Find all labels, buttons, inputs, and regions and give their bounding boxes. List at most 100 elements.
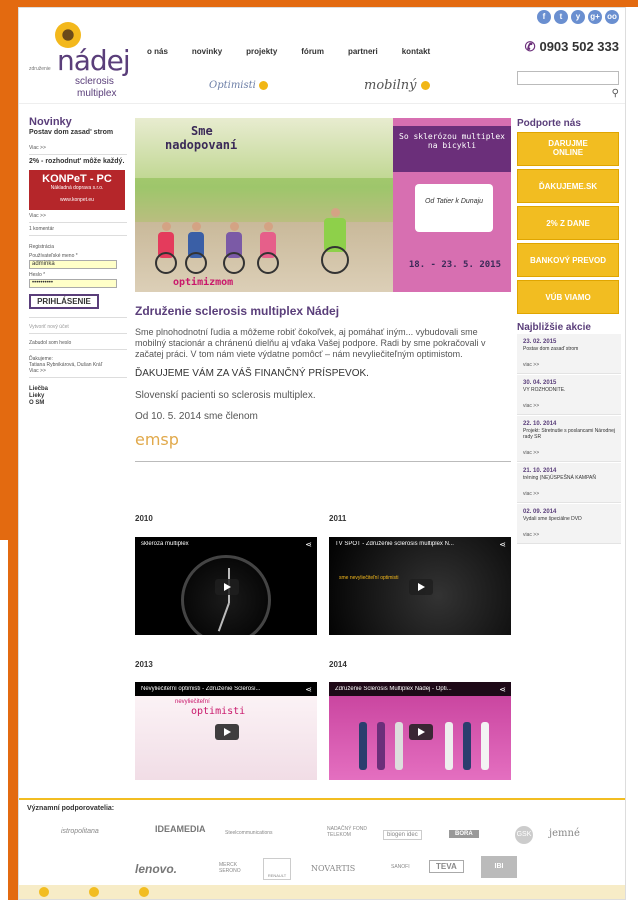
nav-item-novinky[interactable]: novinky: [192, 47, 222, 56]
konpet-ad-banner[interactable]: KONPeT - PC Nákladná doprava s.r.o. www.…: [29, 170, 125, 210]
forgot-password-link[interactable]: Zabudol som heslo: [29, 340, 127, 346]
nav-item-kontakt[interactable]: kontakt: [402, 47, 430, 56]
sponsor-logo[interactable]: GSK: [515, 826, 533, 844]
phone-icon: ✆: [524, 39, 536, 54]
more-link[interactable]: Viac >>: [29, 213, 127, 219]
search-input[interactable]: [517, 71, 619, 85]
vub-viamo-button[interactable]: VÚB VIAMO: [517, 280, 619, 314]
video-player[interactable]: nevyliečiteľní optimisti Nevyliečiteľní …: [135, 682, 317, 780]
video-player[interactable]: sme nevyliečiteľní optimisti TV SPOT - Z…: [329, 537, 511, 635]
video-player[interactable]: Združenie Sclerosis Multiplex Nádej - Op…: [329, 682, 511, 780]
sponsor-logo[interactable]: lenovo.: [135, 862, 177, 876]
person-image: [445, 722, 453, 770]
dakujeme-button[interactable]: ĎAKUJEME.SK: [517, 169, 619, 203]
bank-transfer-button[interactable]: BANKOVÝ PREVOD: [517, 243, 619, 277]
konpet-subtitle: Nákladná doprava s.r.o.: [50, 185, 104, 191]
share-icon[interactable]: ⋖: [499, 540, 506, 549]
sponsor-logo[interactable]: RENAULT: [263, 858, 291, 880]
flickr-icon[interactable]: oo: [605, 10, 619, 24]
new-account-link[interactable]: Vytvoriť nový účet: [29, 324, 127, 330]
play-icon[interactable]: [215, 579, 239, 595]
youtube-icon[interactable]: y: [571, 10, 585, 24]
link-o-sm[interactable]: O SM: [29, 400, 127, 407]
password-field[interactable]: ••••••••••: [29, 279, 117, 288]
username-field[interactable]: adminka: [29, 260, 117, 269]
share-icon[interactable]: ⋖: [305, 685, 312, 694]
sponsor-logo[interactable]: Steelcommunications: [225, 830, 273, 836]
two-percent-button[interactable]: 2% Z DANE: [517, 206, 619, 240]
emsp-logo[interactable]: emsp: [135, 430, 511, 449]
news-item-title[interactable]: 2% - rozhodnut' môže každý.: [29, 158, 127, 166]
username-label: Používateľské meno *: [29, 253, 78, 259]
mobilny-label: mobilný: [364, 78, 417, 93]
sponsor-logo[interactable]: biogen idec: [383, 830, 422, 840]
event-text: Projekt: Stretnutie s poslancami Národne…: [523, 428, 615, 440]
nav-item-forum[interactable]: fórum: [301, 47, 324, 56]
video-title: skleroza multiplex: [141, 541, 189, 547]
footer-icon[interactable]: [139, 887, 149, 897]
event-item[interactable]: 23. 02. 2015 Postav dom zasaď strom viac…: [517, 334, 621, 374]
google-plus-icon[interactable]: g+: [588, 10, 602, 24]
more-link[interactable]: Viac >>: [29, 145, 127, 151]
mobilny-link[interactable]: mobilný: [364, 78, 430, 93]
button-label: ĎAKUJEME.SK: [538, 182, 598, 191]
play-icon[interactable]: [409, 724, 433, 740]
share-icon[interactable]: ⋖: [499, 685, 506, 694]
sponsor-logo[interactable]: istropolitana: [61, 828, 99, 835]
sponsor-logo[interactable]: NOVARTIS: [311, 864, 355, 873]
sponsor-logo[interactable]: BORA: [449, 830, 479, 838]
event-item[interactable]: 30. 04. 2015 VY ROZHODNITE. viac >>: [517, 375, 621, 415]
sponsor-logo[interactable]: NADAČNÝ FOND TELEKOM: [327, 826, 375, 838]
divider: [135, 461, 511, 462]
event-more-link[interactable]: viac >>: [523, 450, 615, 456]
donate-online-button[interactable]: DARUJME ONLINE: [517, 132, 619, 166]
event-more-link[interactable]: viac >>: [523, 362, 615, 368]
divider: [29, 377, 127, 378]
footer-icon[interactable]: [89, 887, 99, 897]
logo-name: nádej: [57, 44, 131, 77]
hero-banner[interactable]: Sme nadopovaní optimizmom So sklerózou m…: [135, 118, 511, 292]
orange-frame-left: [0, 0, 18, 540]
event-item[interactable]: 21. 10. 2014 tréning (NE)ÚSPEŠNÁ KAMPAŇ …: [517, 463, 621, 503]
event-more-link[interactable]: viac >>: [523, 532, 615, 538]
nav-item-projekty[interactable]: projekty: [246, 47, 277, 56]
phone-number[interactable]: ✆ 0903 502 333: [525, 39, 619, 55]
sponsor-logo[interactable]: IBI: [481, 856, 517, 878]
play-icon[interactable]: [215, 724, 239, 740]
optimisti-link[interactable]: Optimisti: [209, 80, 269, 91]
share-icon[interactable]: ⋖: [305, 540, 312, 549]
link-lieky[interactable]: Lieky: [29, 393, 127, 400]
banner-line1: Sme: [191, 124, 213, 138]
event-item[interactable]: 22. 10. 2014 Projekt: Stretnutie s posla…: [517, 416, 621, 462]
event-item[interactable]: 02. 09. 2014 Vydali sme špeciálne DVD vi…: [517, 504, 621, 544]
sponsor-logo[interactable]: MERCK SERONO: [219, 862, 249, 874]
link-liecba[interactable]: Liečba: [29, 386, 127, 393]
event-text: tréning (NE)ÚSPEŠNÁ KAMPAŇ: [523, 475, 596, 481]
event-more-link[interactable]: viac >>: [523, 491, 615, 497]
news-item-title[interactable]: Postav dom zasad' strom: [29, 129, 127, 137]
nav-item-partneri[interactable]: partneri: [348, 47, 378, 56]
site-logo[interactable]: združenie nádej sclerosis multiplex: [27, 18, 147, 100]
sponsor-logo[interactable]: SANOFI: [391, 864, 410, 870]
banner-purple-text: So sklerózou multiplex na bicykli: [393, 126, 511, 172]
comment-count[interactable]: 1 komentár: [29, 226, 127, 232]
video-title: Nevyliečiteľní optimisti - Združenie Scl…: [141, 686, 261, 692]
sponsor-logo[interactable]: TEVA: [429, 860, 464, 873]
event-text: Postav dom zasaď strom: [523, 346, 579, 352]
play-icon[interactable]: [409, 579, 433, 595]
member-text: Od 10. 5. 2014 sme členom: [135, 411, 258, 422]
search-icon[interactable]: ⚲: [612, 88, 619, 99]
orange-frame-top: [0, 0, 638, 7]
video-player[interactable]: skleroza multiplex ⋖: [135, 537, 317, 635]
event-more-link[interactable]: viac >>: [523, 403, 615, 409]
facebook-icon[interactable]: f: [537, 10, 551, 24]
twitter-icon[interactable]: t: [554, 10, 568, 24]
login-button[interactable]: PRIHLÁSENIE: [29, 294, 99, 309]
more-link[interactable]: Viac >>: [29, 368, 127, 374]
news-heading: Novinky: [29, 116, 72, 128]
sponsor-logo[interactable]: IDEAMEDIA: [155, 824, 206, 834]
nav-item-o-nas[interactable]: o nás: [147, 47, 168, 56]
footer-icon[interactable]: [39, 887, 49, 897]
sponsor-logo[interactable]: jemné: [549, 828, 580, 839]
thanks-text: ĎAKUJEME VÁM ZA VÁŠ FINANČNÝ PRÍSPEVOK.: [135, 368, 369, 379]
